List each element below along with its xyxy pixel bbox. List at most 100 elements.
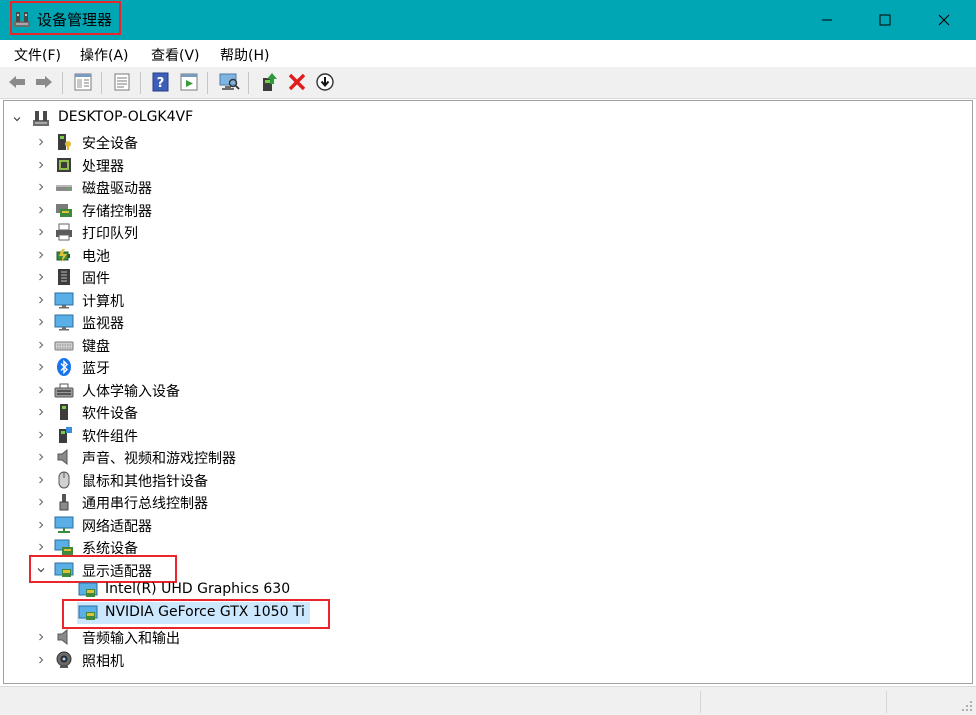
hid-icon [54, 383, 74, 397]
category-label[interactable]: 监视器 [82, 313, 124, 333]
install-download-icon[interactable] [314, 71, 336, 93]
close-button[interactable] [921, 0, 967, 40]
menu-help[interactable]: 帮助(H) [220, 45, 269, 65]
category-label[interactable]: 计算机 [82, 291, 124, 311]
expand-toggle-monitor[interactable] [35, 311, 47, 333]
expand-toggle-bluetooth[interactable] [35, 356, 47, 378]
expand-toggle-processor[interactable] [35, 154, 47, 176]
root-computer-name[interactable]: DESKTOP-OLGK4VF [58, 109, 193, 125]
minimize-button[interactable] [804, 0, 850, 40]
chevron-right-icon [39, 318, 44, 326]
expand-toggle-camera[interactable] [35, 649, 47, 671]
expand-toggle-usb[interactable] [35, 491, 47, 513]
category-label[interactable]: 软件设备 [82, 403, 138, 423]
category-label[interactable]: 安全设备 [82, 133, 138, 153]
toolbar-separator [62, 72, 63, 94]
title-highlight-box [10, 1, 121, 35]
update-driver-icon[interactable] [258, 71, 280, 93]
security-device-icon [58, 134, 71, 150]
category-label[interactable]: 蓝牙 [82, 358, 110, 378]
back-arrow-icon[interactable] [6, 71, 28, 93]
expand-toggle-printer[interactable] [35, 221, 47, 243]
chevron-right-icon [39, 296, 44, 303]
chevron-right-icon [39, 363, 44, 371]
chevron-right-icon [39, 656, 44, 663]
expand-toggle-computer[interactable] [35, 289, 47, 311]
expand-toggle-hid[interactable] [35, 379, 47, 401]
category-label[interactable]: 音频输入和输出 [82, 628, 180, 648]
category-label[interactable]: 电池 [82, 246, 110, 266]
expand-toggle-speaker[interactable] [35, 446, 47, 468]
expand-toggle-battery[interactable] [35, 244, 47, 266]
category-label[interactable]: 软件组件 [82, 426, 138, 446]
status-divider [886, 691, 887, 713]
chevron-down-icon [13, 117, 21, 122]
toolbar-separator [207, 72, 208, 94]
category-label[interactable]: 通用串行总线控制器 [82, 493, 208, 513]
category-label[interactable]: 人体学输入设备 [82, 381, 180, 401]
menu-action[interactable]: 操作(A) [80, 45, 129, 65]
device-tree[interactable]: DESKTOP-OLGK4VF 安全设备处理器 磁盘驱动器存储控制器 打印队列电池固… [3, 100, 973, 684]
chevron-right-icon [39, 251, 44, 258]
category-label[interactable]: 处理器 [82, 156, 124, 176]
title-bar[interactable]: 设备管理器 [0, 0, 976, 40]
expand-toggle-software-component[interactable] [35, 424, 47, 446]
display-adapter-icon [78, 582, 98, 597]
menu-file[interactable]: 文件(F) [14, 45, 61, 65]
firmware-icon [58, 269, 70, 285]
expand-toggle-audio-io[interactable] [35, 626, 47, 648]
chevron-right-icon [39, 408, 44, 416]
chevron-right-icon [39, 273, 44, 281]
expand-toggle-root[interactable] [11, 108, 23, 130]
maximize-icon [879, 14, 891, 26]
chevron-right-icon [39, 476, 44, 483]
category-label[interactable]: 声音、视频和游戏控制器 [82, 448, 236, 468]
audio-io-icon [57, 628, 68, 646]
intel-gpu-label[interactable]: Intel(R) UHD Graphics 630 [105, 581, 290, 597]
document-icon[interactable] [111, 71, 133, 93]
uninstall-icon[interactable] [286, 71, 308, 93]
toolbar: ? [0, 67, 976, 99]
device-view-icon[interactable] [178, 71, 200, 93]
expand-toggle-keyboard[interactable] [35, 334, 47, 356]
category-label[interactable]: 打印队列 [82, 223, 138, 243]
toolbar-separator [101, 72, 102, 94]
expand-toggle-disk-drive[interactable] [35, 176, 47, 198]
chevron-right-icon [39, 431, 44, 438]
toolbar-separator [140, 72, 141, 94]
network-adapter-icon [54, 516, 74, 533]
category-label[interactable]: 鼠标和其他指针设备 [82, 471, 208, 491]
expand-toggle-firmware[interactable] [35, 266, 47, 288]
chevron-right-icon [39, 206, 44, 213]
bluetooth-icon [57, 358, 71, 376]
svg-text:?: ? [157, 76, 165, 91]
speaker-icon [57, 448, 68, 466]
chevron-right-icon [39, 543, 44, 551]
usb-icon [59, 494, 69, 511]
chevron-right-icon [39, 498, 44, 506]
expand-toggle-network-adapter[interactable] [35, 514, 47, 536]
menu-view[interactable]: 查看(V) [151, 45, 200, 65]
chevron-right-icon [39, 138, 44, 146]
category-label[interactable]: 固件 [82, 268, 110, 288]
category-label[interactable]: 网络适配器 [82, 516, 152, 536]
software-component-icon [59, 426, 72, 443]
category-label[interactable]: 磁盘驱动器 [82, 178, 152, 198]
help-icon[interactable]: ? [150, 71, 172, 93]
properties-pane-icon[interactable] [72, 71, 94, 93]
category-label[interactable]: 存储控制器 [82, 201, 152, 221]
close-icon [938, 14, 950, 26]
status-bar [0, 686, 976, 715]
forward-arrow-icon[interactable] [33, 71, 55, 93]
category-label[interactable]: 照相机 [82, 651, 124, 671]
expand-toggle-storage-controller[interactable] [35, 199, 47, 221]
maximize-button[interactable] [862, 0, 908, 40]
chevron-right-icon [39, 161, 44, 168]
expand-toggle-mouse[interactable] [35, 469, 47, 491]
resize-grip-icon[interactable] [961, 700, 973, 712]
category-label[interactable]: 键盘 [82, 336, 110, 356]
expand-toggle-software-device[interactable] [35, 401, 47, 423]
scan-hardware-icon[interactable] [218, 71, 240, 93]
expand-toggle-security-device[interactable] [35, 131, 47, 153]
storage-controller-icon [56, 203, 72, 217]
